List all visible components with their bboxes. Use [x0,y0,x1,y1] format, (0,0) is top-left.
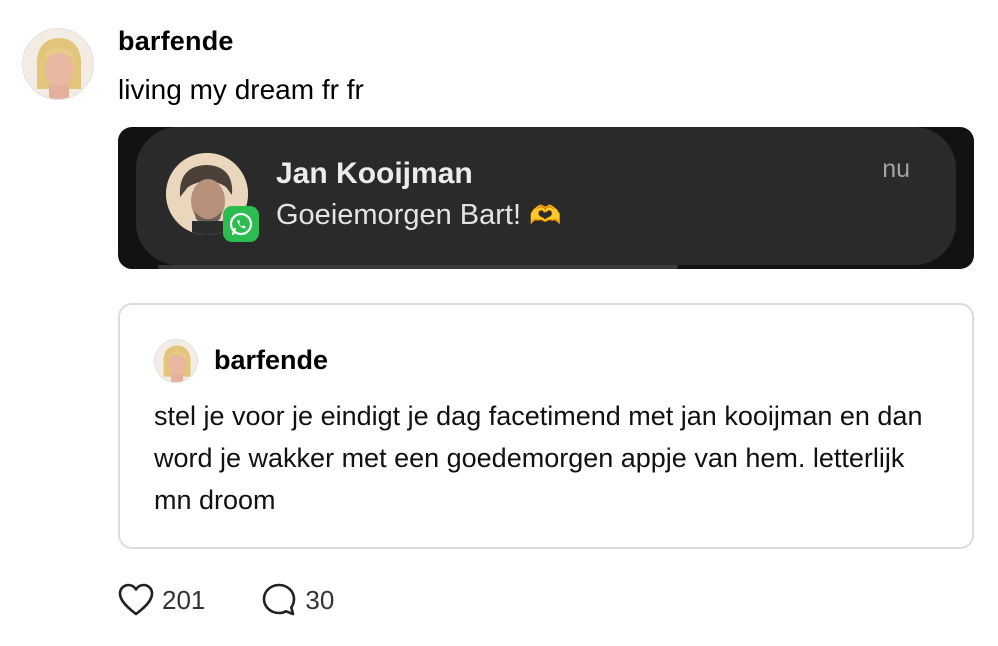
avatar[interactable] [22,28,94,100]
notification-message: Goeiemorgen Bart! 🫶 [276,199,561,232]
stacked-notification-edge [158,265,678,269]
notification-message-text: Goeiemorgen Bart! [276,199,522,231]
notification-banner: Jan Kooijman Goeiemorgen Bart! 🫶 nu [136,127,956,265]
notification-screenshot[interactable]: Jan Kooijman Goeiemorgen Bart! 🫶 nu [118,127,974,269]
comment-icon [263,583,296,616]
quoted-post-card[interactable]: barfende stel je voor je eindigt je dag … [118,303,974,549]
avatar-image [23,29,93,99]
notification-time: nu [882,155,910,183]
post-text: living my dream fr fr [118,74,364,105]
like-count: 201 [162,584,206,615]
quoted-username[interactable]: barfende [214,345,328,376]
heart-hands-emoji: 🫶 [529,200,562,230]
comment-count: 30 [305,584,335,615]
post-username[interactable]: barfende [118,26,234,57]
quoted-avatar[interactable] [154,339,198,383]
post-actions: 201 30 [118,580,390,620]
like-button[interactable]: 201 [118,583,205,617]
quoted-post-text: stel je voor je eindigt je dag facetimen… [154,401,923,515]
heart-icon [118,583,154,616]
whatsapp-icon [223,206,259,242]
notification-sender: Jan Kooijman [276,157,473,190]
comment-button[interactable]: 30 [261,582,334,618]
